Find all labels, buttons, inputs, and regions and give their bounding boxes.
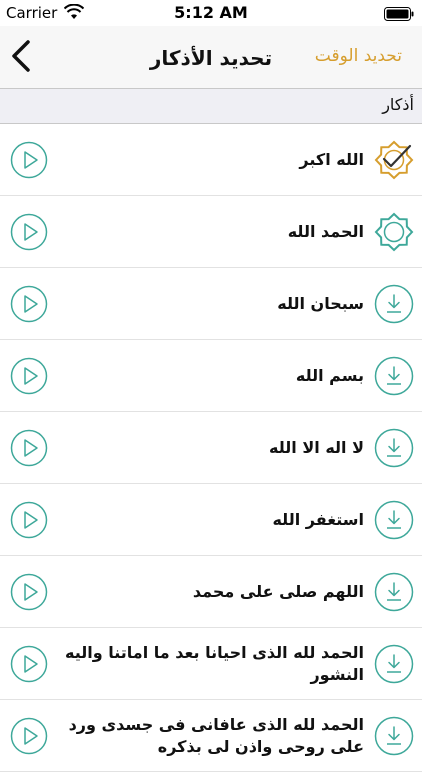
downloaded-star-icon[interactable]	[374, 212, 414, 252]
play-icon[interactable]	[10, 285, 48, 323]
list-item[interactable]: الله اكبر	[0, 124, 422, 196]
section-header: أذكار	[0, 89, 422, 124]
play-icon[interactable]	[10, 501, 48, 539]
download-icon[interactable]	[374, 500, 414, 540]
play-icon[interactable]	[10, 213, 48, 251]
list-item[interactable]: لا اله الا الله	[0, 412, 422, 484]
dhikr-text: الحمد الله	[287, 222, 364, 241]
set-time-button[interactable]: تحديد الوقت	[315, 46, 402, 66]
status-bar: Carrier 5:12 AM	[0, 0, 422, 26]
navigation-bar: تحديد الأذكار تحديد الوقت	[0, 26, 422, 89]
dhikr-text: الحمد لله الذى احيانا بعد ما اماتنا والي…	[64, 643, 364, 684]
play-icon[interactable]	[10, 357, 48, 395]
dhikr-text: الله اكبر	[299, 150, 364, 169]
list-item[interactable]: الحمد الله	[0, 196, 422, 268]
download-icon[interactable]	[374, 572, 414, 612]
play-icon[interactable]	[10, 141, 48, 179]
play-icon[interactable]	[10, 717, 48, 755]
download-icon[interactable]	[374, 284, 414, 324]
dhikr-text: لا اله الا الله	[269, 438, 364, 457]
download-icon[interactable]	[374, 644, 414, 684]
download-icon[interactable]	[374, 716, 414, 756]
status-time: 5:12 AM	[174, 3, 248, 22]
adhkar-list: الله اكبر الحمد الله سبحان الله بسم الله لا …	[0, 124, 422, 772]
battery-icon	[384, 7, 414, 21]
download-icon[interactable]	[374, 428, 414, 468]
list-item[interactable]: بسم الله	[0, 340, 422, 412]
list-item[interactable]: استغفر الله	[0, 484, 422, 556]
dhikr-text: سبحان الله	[277, 294, 364, 313]
dhikr-text: استغفر الله	[272, 510, 364, 529]
play-icon[interactable]	[10, 573, 48, 611]
dhikr-text: الحمد لله الذى عافانى فى جسدى ورد على رو…	[68, 715, 364, 756]
dhikr-text: بسم الله	[295, 366, 364, 385]
section-header-label: أذكار	[382, 95, 414, 114]
list-item[interactable]: الحمد لله الذى احيانا بعد ما اماتنا والي…	[0, 628, 422, 700]
download-icon[interactable]	[374, 356, 414, 396]
list-item[interactable]: اللهم صلى على محمد	[0, 556, 422, 628]
play-icon[interactable]	[10, 645, 48, 683]
play-icon[interactable]	[10, 429, 48, 467]
dhikr-text: اللهم صلى على محمد	[192, 582, 364, 601]
list-item[interactable]: سبحان الله	[0, 268, 422, 340]
list-item[interactable]: الحمد لله الذى عافانى فى جسدى ورد على رو…	[0, 700, 422, 772]
selected-star-check-icon[interactable]	[374, 140, 414, 180]
